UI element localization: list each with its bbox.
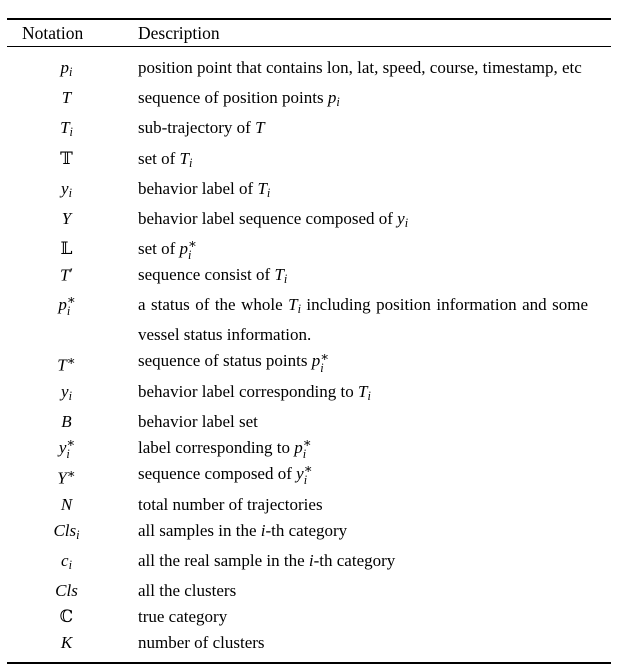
cell-notation: T∗ — [57, 353, 76, 375]
cell-notation: Clsi — [53, 520, 80, 542]
cell-notation: ci — [61, 550, 72, 573]
notation-table: Notation Description — [7, 20, 611, 46]
cell-description: behavior label corresponding to Ti — [138, 381, 371, 404]
cell-description: sequence consist of Ti — [138, 265, 288, 287]
cell-description: set of p ∗ i — [138, 236, 198, 263]
table-caption-fragment: TABLE I — [0, 0, 618, 2]
cell-notation: pi — [60, 58, 73, 80]
cell-notation: 𝕃 — [60, 239, 73, 260]
table-row: ci all the real sample in the i-th categ… — [7, 548, 611, 578]
table-row: Clsi all samples in the i-th category — [7, 518, 611, 548]
table-header-row: Notation Description — [7, 20, 611, 46]
table-row: N total number of trajectories — [7, 492, 611, 518]
cell-description: behavior label sequence composed of yi — [138, 208, 409, 231]
cell-description: position point that contains lon, lat, s… — [138, 58, 582, 77]
cell-notation: 𝕋 — [60, 148, 73, 169]
table-row: yi behavior label corresponding to Ti — [7, 379, 611, 409]
cell-description: all the real sample in the i-th category — [138, 550, 396, 570]
table-row: 𝕋 set of Ti — [7, 146, 611, 176]
cell-notation: yi — [61, 178, 72, 200]
cell-description: sequence composed of y ∗ i — [138, 461, 313, 488]
table-row: K number of clusters — [7, 630, 611, 662]
cell-description: sequence of status points p ∗ i — [138, 348, 330, 375]
column-header-notation: Notation — [22, 23, 84, 43]
column-header-description: Description — [138, 23, 220, 43]
cell-description: all samples in the i-th category — [138, 520, 348, 540]
cell-description: total number of trajectories — [138, 494, 323, 514]
cell-description: true category — [138, 607, 228, 627]
cell-notation: Ti — [60, 118, 73, 140]
cell-notation: p ∗ i — [58, 292, 76, 319]
table-row: Ti sub-trajectory of T — [7, 115, 611, 145]
cell-description: set of Ti — [138, 148, 193, 170]
cell-description: a status of the whole Ti including posit… — [138, 295, 588, 345]
table-row: T sequence of position points pi — [7, 85, 611, 115]
table-row: p ∗ i a status of the whole Ti including p… — [7, 292, 611, 348]
table-row: T∗ sequence of status points p ∗ i — [7, 348, 611, 379]
table-row: T′ sequence consist of Ti — [7, 262, 611, 292]
table-row: Y behavior label sequence composed of yi — [7, 206, 611, 236]
notation-table-wrapper: Notation Description pi position point t… — [7, 18, 611, 664]
cell-notation: K — [60, 633, 73, 653]
cell-description: sequence of position points pi — [138, 88, 340, 110]
table-row: Y∗ sequence composed of y ∗ i — [7, 461, 611, 492]
table-row: Cls all the clusters — [7, 578, 611, 604]
cell-description: behavior label of Ti — [138, 178, 271, 200]
cell-description: all the clusters — [138, 581, 237, 601]
cell-description: label corresponding to p ∗ i — [138, 435, 312, 462]
cell-description: sub-trajectory of T — [138, 118, 265, 138]
table-row: 𝕃 set of p ∗ i — [7, 236, 611, 262]
cell-notation: ℂ — [59, 607, 74, 628]
cell-description: number of clusters — [138, 633, 265, 653]
cell-notation: yi — [61, 381, 72, 404]
table-row: ℂ true category — [7, 604, 611, 630]
cell-notation: N — [60, 494, 73, 514]
table-page: TABLE I Notation Description — [0, 0, 618, 664]
table-row: yi behavior label of Ti — [7, 176, 611, 206]
cell-description: behavior label set — [138, 412, 258, 432]
notation-table-body: pi position point that contains lon, lat… — [7, 47, 611, 662]
cell-notation: y ∗ i — [58, 435, 76, 462]
cell-notation: Y — [61, 208, 72, 228]
table-row: pi position point that contains lon, lat… — [7, 47, 611, 85]
cell-notation: T — [61, 88, 72, 108]
cell-notation: Cls — [55, 581, 78, 601]
